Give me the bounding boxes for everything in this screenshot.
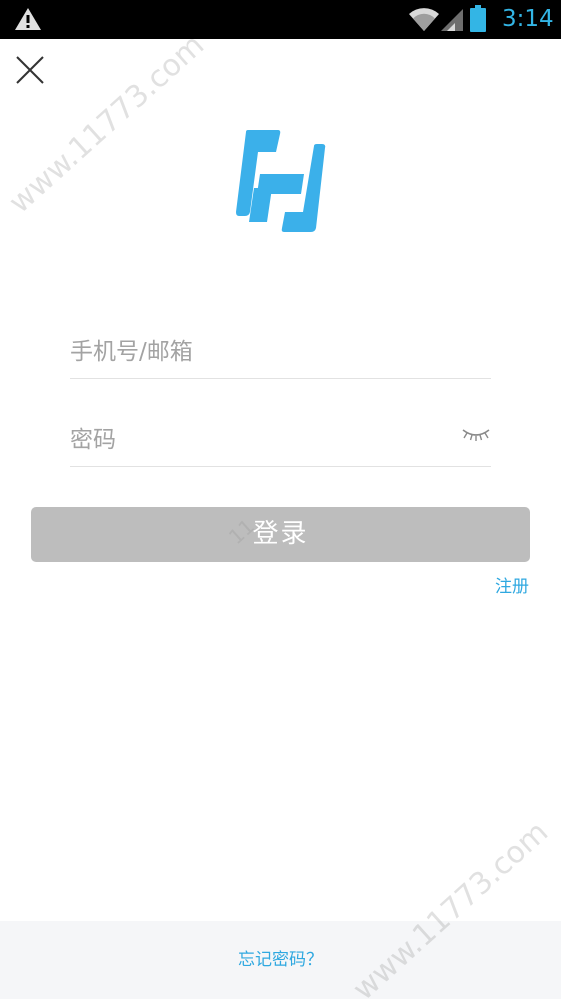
password-field bbox=[70, 416, 491, 467]
wifi-icon bbox=[409, 8, 439, 32]
login-button[interactable]: 登录 bbox=[31, 507, 530, 562]
eye-closed-icon[interactable] bbox=[461, 424, 491, 446]
forgot-password-link[interactable]: 忘记密码？ bbox=[0, 921, 561, 999]
login-screen: 3:14 登录 注册 www.11773.com bbox=[0, 0, 561, 999]
warning-icon bbox=[15, 8, 41, 30]
app-logo-icon bbox=[236, 130, 326, 232]
status-bar: 3:14 bbox=[0, 0, 561, 39]
status-time: 3:14 bbox=[502, 6, 554, 32]
signal-icon bbox=[441, 9, 463, 31]
phone-email-input[interactable] bbox=[70, 328, 450, 376]
phone-email-field bbox=[70, 328, 491, 379]
register-link[interactable]: 注册 bbox=[495, 572, 529, 597]
password-input[interactable] bbox=[70, 416, 450, 464]
close-icon[interactable] bbox=[12, 52, 48, 88]
footer-bar: 忘记密码？ bbox=[0, 921, 561, 999]
battery-icon bbox=[470, 5, 486, 32]
